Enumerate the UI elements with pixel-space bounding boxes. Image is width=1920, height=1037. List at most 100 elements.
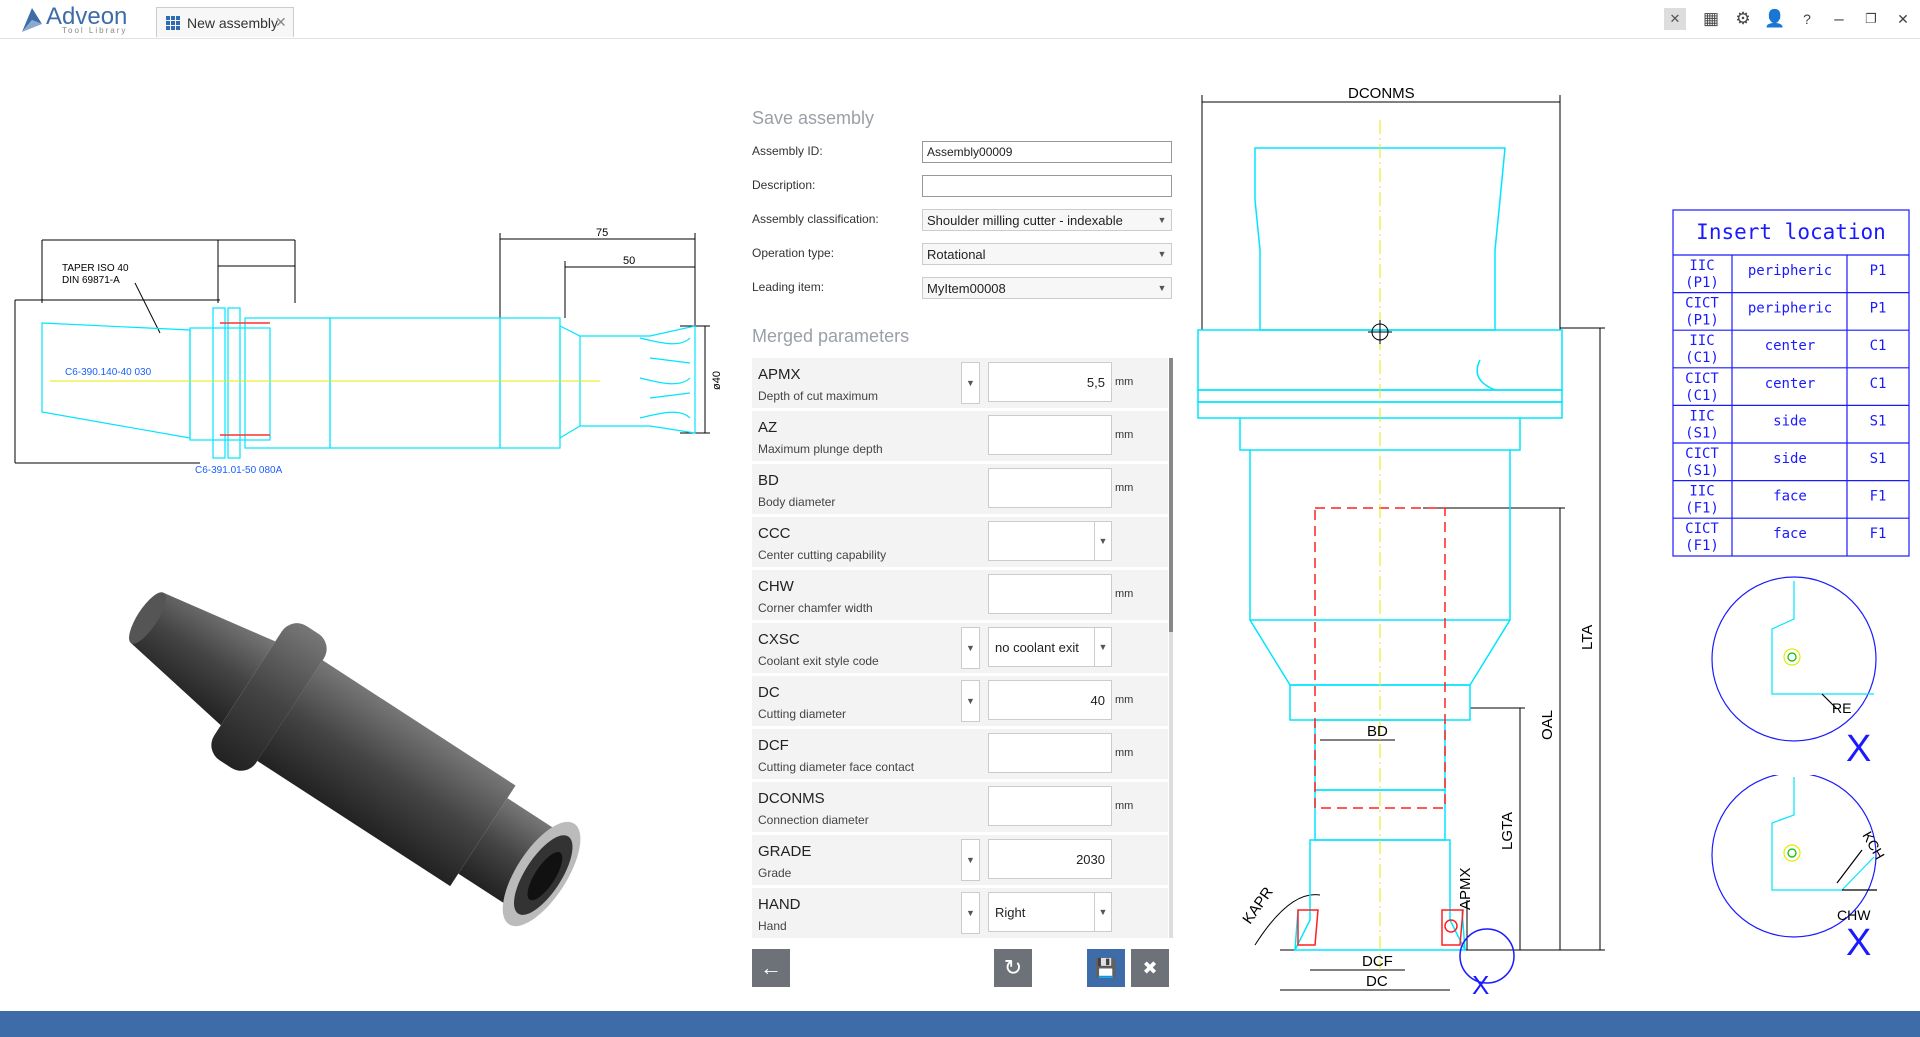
parameter-source-dropdown[interactable]: ▼ — [961, 362, 980, 404]
parameter-row: CCC Center cutting capability ▼ — [752, 517, 1168, 570]
part-label-1: C6-390.140-40 030 — [65, 367, 152, 378]
insert-location-code: P1 — [1870, 263, 1887, 279]
user-icon[interactable]: 👤 — [1764, 8, 1786, 30]
parameter-value-field[interactable] — [988, 415, 1112, 455]
settings-gear-icon[interactable]: ⚙ — [1732, 8, 1754, 30]
operation-type-select[interactable]: Rotational ▼ — [922, 243, 1172, 265]
parameter-row: HAND Hand ▼ Right ▼ — [752, 888, 1168, 940]
merged-parameters-title: Merged parameters — [752, 326, 910, 346]
parameter-value-field[interactable]: 5,5 — [988, 362, 1112, 402]
parameter-unit: mm — [1115, 588, 1134, 600]
tool-technical-drawing: DCONMS BD DCF DC LTA OAL LGTA APMX KAPR … — [1197, 85, 1605, 1000]
parameter-row: GRADE Grade ▼ 2030 — [752, 835, 1168, 888]
parameter-name: GRADE — [758, 843, 812, 860]
label-apmx: APMX — [1457, 867, 1474, 910]
operation-type-label: Operation type: — [752, 246, 835, 260]
minimize-icon[interactable]: – — [1828, 8, 1850, 30]
label-dc: DC — [1366, 973, 1388, 990]
insert-location-code: F1 — [1870, 489, 1887, 505]
insert-code-position: (F1) — [1685, 538, 1719, 554]
parameter-description: Cutting diameter face contact — [758, 760, 915, 774]
insert-type: peripheric — [1748, 301, 1832, 317]
parameter-name: CHW — [758, 578, 794, 595]
parameters-scrollbar[interactable] — [1169, 358, 1173, 938]
parameter-description: Depth of cut maximum — [758, 389, 879, 403]
insert-type: side — [1773, 413, 1807, 429]
insert-location-code: C1 — [1870, 338, 1887, 354]
parameter-value-field[interactable]: 40 — [988, 680, 1112, 720]
parameter-row: DCONMS Connection diameter mm — [752, 782, 1168, 835]
parameter-name: CCC — [758, 525, 791, 542]
parameter-value-field[interactable]: 2030 — [988, 839, 1112, 879]
insert-location-panel: Insert location IIC(P1)peripheric P1CICT(… — [1672, 209, 1910, 769]
label-re: RE — [1832, 700, 1851, 716]
status-bar — [0, 1011, 1920, 1037]
parameter-description: Corner chamfer width — [758, 601, 873, 615]
insert-location-code: P1 — [1870, 301, 1887, 317]
parameter-source-dropdown[interactable]: ▼ — [961, 892, 980, 934]
insert-code-position: (P1) — [1685, 313, 1719, 329]
parameter-value: Right — [995, 905, 1026, 920]
merged-parameters-list[interactable]: APMX Depth of cut maximum ▼ 5,5 mm AZ Maximum … — [752, 358, 1172, 940]
parameter-unit: mm — [1115, 482, 1134, 494]
assembly-2d-drawing: 75 50 ø40 TAPER ISO 40 DIN 69871-A C6-39… — [14, 227, 723, 476]
parameter-row: AZ Maximum plunge depth mm — [752, 411, 1168, 464]
back-button[interactable]: ← — [752, 949, 790, 987]
assembly-id-input[interactable]: Assembly00009 — [922, 141, 1172, 163]
cancel-button[interactable]: ✖ — [1131, 949, 1169, 987]
close-panel-button[interactable]: ✕ — [1664, 8, 1686, 30]
restore-icon[interactable]: ❐ — [1860, 8, 1882, 30]
leading-item-label: Leading item: — [752, 280, 825, 294]
parameter-description: Cutting diameter — [758, 707, 847, 721]
insert-code-position: (C1) — [1685, 388, 1719, 404]
help-icon[interactable]: ? — [1796, 8, 1818, 30]
parameter-value-field[interactable] — [988, 733, 1112, 773]
chevron-down-icon: ▼ — [1094, 628, 1111, 666]
parameter-name: BD — [758, 472, 779, 489]
parameter-name: DCONMS — [758, 790, 825, 807]
chevron-down-icon: ▼ — [1094, 522, 1111, 560]
description-input[interactable] — [922, 175, 1172, 197]
parameter-row: DC Cutting diameter ▼ 40 mm — [752, 676, 1168, 729]
parameter-unit: mm — [1115, 429, 1134, 441]
parameter-description: Maximum plunge depth — [758, 442, 883, 456]
assembly-id-label: Assembly ID: — [752, 144, 823, 158]
insert-code-position: (F1) — [1685, 501, 1719, 517]
chevron-down-icon: ▼ — [1094, 893, 1111, 931]
label-x: X — [1472, 970, 1489, 1000]
parameter-source-dropdown[interactable]: ▼ — [961, 839, 980, 881]
scrollbar-thumb[interactable] — [1169, 358, 1173, 632]
insert-location-code: C1 — [1870, 376, 1887, 392]
apps-grid-icon[interactable]: ▦ — [1700, 8, 1722, 30]
parameter-value: no coolant exit — [995, 640, 1079, 655]
parameter-source-dropdown[interactable]: ▼ — [961, 680, 980, 722]
classification-value: Shoulder milling cutter - indexable — [927, 213, 1123, 228]
close-window-icon[interactable]: ✕ — [1892, 8, 1914, 30]
parameter-value-field[interactable]: ▼ — [988, 521, 1112, 561]
assembly-preview-pane: 75 50 ø40 TAPER ISO 40 DIN 69871-A C6-39… — [0, 38, 740, 1011]
label-bd: BD — [1367, 723, 1388, 740]
parameter-value: 5,5 — [1086, 375, 1105, 390]
classification-select[interactable]: Shoulder milling cutter - indexable ▼ — [922, 209, 1172, 231]
label-x-1: X — [1846, 728, 1871, 769]
grid-icon — [166, 16, 180, 30]
parameter-value-field[interactable]: no coolant exit ▼ — [988, 627, 1112, 667]
parameter-value-field[interactable] — [988, 574, 1112, 614]
parameter-description: Body diameter — [758, 495, 836, 509]
parameter-value-field[interactable] — [988, 468, 1112, 508]
tab-close-icon[interactable]: ✕ — [275, 14, 287, 31]
leading-item-select[interactable]: MyItem00008 ▼ — [922, 277, 1172, 299]
label-lta: LTA — [1579, 625, 1596, 650]
tab-new-assembly[interactable]: New assembly ✕ — [156, 7, 294, 37]
parameter-value-field[interactable] — [988, 786, 1112, 826]
save-button[interactable]: 💾 — [1087, 949, 1125, 987]
parameter-unit: mm — [1115, 747, 1134, 759]
dim-50: 50 — [623, 255, 635, 267]
assembly-3d-render — [129, 592, 581, 927]
dim-75: 75 — [596, 227, 608, 239]
insert-code: IIC — [1689, 408, 1714, 424]
insert-code: CICT — [1685, 371, 1719, 387]
reset-button[interactable]: ↻ — [994, 949, 1032, 987]
parameter-source-dropdown[interactable]: ▼ — [961, 627, 980, 669]
parameter-value-field[interactable]: Right ▼ — [988, 892, 1112, 932]
